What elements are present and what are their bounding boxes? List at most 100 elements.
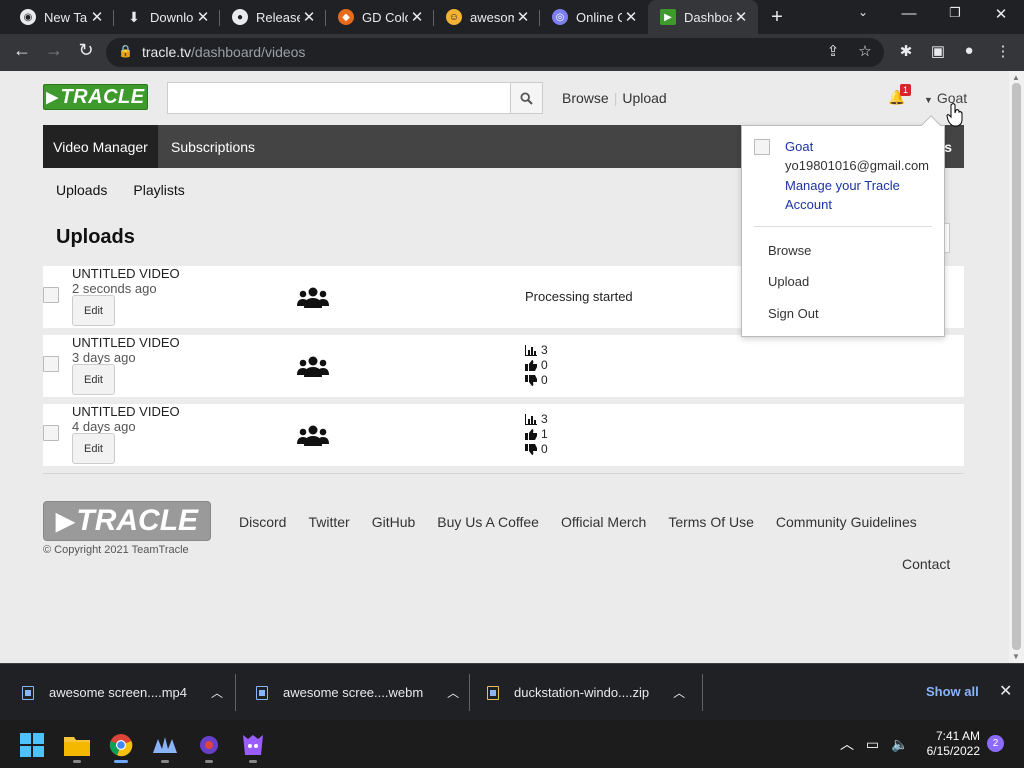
search-button[interactable] bbox=[510, 82, 543, 114]
notification-badge: 1 bbox=[900, 84, 912, 96]
video-date: 4 days ago bbox=[72, 419, 136, 434]
window-close-icon[interactable]: ✕ bbox=[991, 5, 1011, 23]
game-app-icon[interactable] bbox=[196, 732, 222, 763]
bookmark-star-icon[interactable]: ☆ bbox=[855, 42, 875, 60]
app-icon[interactable] bbox=[152, 732, 178, 763]
footer-link-coffee[interactable]: Buy Us A Coffee bbox=[437, 514, 539, 530]
volume-icon[interactable]: 🔈 bbox=[891, 736, 908, 752]
chevron-up-icon[interactable]: ︿ bbox=[211, 684, 223, 701]
gd-icon: ◆ bbox=[338, 9, 354, 25]
file-explorer-icon[interactable] bbox=[64, 732, 90, 763]
network-icon[interactable]: ▭ bbox=[866, 736, 879, 752]
nav-browse-link[interactable]: Browse bbox=[562, 90, 609, 106]
profile-icon[interactable]: ● bbox=[959, 42, 979, 59]
dislike-count: 0 bbox=[541, 442, 548, 456]
tab-video-manager[interactable]: Video Manager bbox=[43, 125, 158, 168]
like-count: 0 bbox=[541, 358, 548, 372]
tab-subscriptions[interactable]: Subscriptions bbox=[171, 125, 255, 168]
download-item[interactable]: duckstation-windo....zip ︿ bbox=[470, 664, 703, 721]
tab-title: Dashboard bbox=[684, 9, 732, 25]
windows-start-icon[interactable] bbox=[19, 732, 45, 758]
share-icon[interactable]: ⇪ bbox=[823, 42, 843, 60]
new-tab-button[interactable]: + bbox=[766, 6, 788, 29]
zip-file-icon bbox=[487, 685, 499, 700]
page-scrollbar[interactable]: ▲ ▼ bbox=[1009, 71, 1024, 663]
close-icon[interactable]: ✕ bbox=[194, 8, 212, 26]
video-thumbnail[interactable] bbox=[43, 287, 59, 303]
chevron-up-icon[interactable]: ︿ bbox=[673, 684, 685, 701]
edit-button[interactable]: Edit bbox=[72, 295, 115, 326]
close-icon[interactable]: ✕ bbox=[622, 8, 640, 26]
browser-menu-icon[interactable]: ⋮ bbox=[993, 42, 1013, 60]
subnav-playlists[interactable]: Playlists bbox=[133, 182, 184, 198]
dropdown-item-sign-out[interactable]: Sign Out bbox=[768, 306, 819, 321]
scrollbar-thumb[interactable] bbox=[1012, 83, 1021, 650]
footer-link-merch[interactable]: Official Merch bbox=[561, 514, 646, 530]
tab-awesome[interactable]: ☺ awesome ✕ bbox=[434, 2, 540, 32]
video-stats: 3 1 0 bbox=[525, 412, 548, 457]
footer-link-discord[interactable]: Discord bbox=[239, 514, 286, 530]
download-item[interactable]: awesome screen....mp4 ︿ bbox=[0, 664, 236, 721]
video-title[interactable]: UNTITLED VIDEO bbox=[72, 266, 180, 281]
dropdown-item-upload[interactable]: Upload bbox=[768, 274, 809, 289]
side-panel-icon[interactable]: ▣ bbox=[928, 42, 948, 60]
extensions-icon[interactable]: ✱ bbox=[896, 42, 916, 60]
dropdown-caret bbox=[921, 115, 941, 135]
public-visibility-icon bbox=[297, 356, 329, 377]
show-all-downloads-button[interactable]: Show all bbox=[926, 684, 979, 699]
scroll-down-icon[interactable]: ▼ bbox=[1012, 652, 1020, 661]
taskbar-clock[interactable]: 7:41 AM 6/15/2022 bbox=[914, 729, 980, 759]
footer-link-terms[interactable]: Terms Of Use bbox=[668, 514, 754, 530]
tracle-logo[interactable]: ▶ TRACLE bbox=[43, 84, 148, 110]
minimize-icon[interactable]: — bbox=[899, 5, 919, 22]
dropdown-username[interactable]: Goat bbox=[785, 139, 813, 154]
tab-partially-hidden[interactable]: s bbox=[944, 125, 952, 168]
tab-downloads[interactable]: ⬇ Downloads ✕ bbox=[114, 2, 220, 32]
video-date: 2 seconds ago bbox=[72, 281, 157, 296]
close-icon[interactable]: ✕ bbox=[514, 8, 532, 26]
close-downloads-icon[interactable]: ✕ bbox=[999, 681, 1012, 701]
dropdown-item-browse[interactable]: Browse bbox=[768, 243, 811, 258]
scroll-up-icon[interactable]: ▲ bbox=[1012, 73, 1020, 82]
close-icon[interactable]: ✕ bbox=[88, 8, 106, 26]
video-thumbnail[interactable] bbox=[43, 425, 59, 441]
tab-dashboard[interactable]: ▶ Dashboard ✕ bbox=[648, 0, 758, 34]
video-thumbnail[interactable] bbox=[43, 356, 59, 372]
forward-icon[interactable]: → bbox=[42, 40, 66, 61]
tab-title: Online Converter bbox=[576, 9, 622, 25]
manage-account-link[interactable]: Manage your Tracle Account bbox=[785, 176, 935, 214]
video-title[interactable]: UNTITLED VIDEO bbox=[72, 335, 180, 350]
chrome-icon[interactable] bbox=[108, 732, 134, 763]
emulator-icon[interactable] bbox=[240, 732, 266, 763]
address-bar[interactable]: 🔒 tracle.tv/dashboard/videos bbox=[106, 38, 884, 67]
tab-search-chevron-icon[interactable]: ⌄ bbox=[853, 5, 873, 19]
footer-logo[interactable]: ▶ TRACLE bbox=[43, 501, 211, 541]
chevron-up-icon[interactable]: ︿ bbox=[447, 684, 459, 701]
footer-link-twitter[interactable]: Twitter bbox=[308, 514, 349, 530]
close-icon[interactable]: ✕ bbox=[732, 8, 750, 26]
search-input[interactable] bbox=[167, 82, 511, 114]
reload-icon[interactable]: ↻ bbox=[74, 40, 98, 61]
nav-upload-link[interactable]: Upload bbox=[622, 90, 666, 106]
download-item[interactable]: awesome scree....webm ︿ bbox=[236, 664, 470, 721]
subnav-uploads[interactable]: Uploads bbox=[56, 182, 107, 198]
user-dropdown-menu: Goat yo19801016@gmail.com Manage your Tr… bbox=[741, 115, 945, 337]
edit-button[interactable]: Edit bbox=[72, 364, 115, 395]
video-title[interactable]: UNTITLED VIDEO bbox=[72, 404, 180, 419]
notification-center-badge[interactable]: 2 bbox=[987, 735, 1004, 752]
tab-new-tab[interactable]: ◉ New Tab ✕ bbox=[8, 2, 114, 32]
footer-link-guidelines[interactable]: Community Guidelines bbox=[776, 514, 917, 530]
tab-online-converter[interactable]: ◎ Online Converter ✕ bbox=[540, 2, 648, 32]
tab-releases[interactable]: ● Releases ✕ bbox=[220, 2, 326, 32]
restore-icon[interactable]: ❐ bbox=[945, 5, 965, 21]
converter-icon: ◎ bbox=[552, 9, 568, 25]
tab-gd-colorizer[interactable]: ◆ GD Colorizer ✕ bbox=[326, 2, 434, 32]
chevron-up-icon[interactable]: ︿ bbox=[840, 736, 854, 752]
back-icon[interactable]: ← bbox=[10, 40, 34, 61]
footer-link-contact[interactable]: Contact bbox=[902, 556, 950, 572]
close-icon[interactable]: ✕ bbox=[300, 8, 318, 26]
close-icon[interactable]: ✕ bbox=[408, 8, 426, 26]
footer-link-github[interactable]: GitHub bbox=[372, 514, 416, 530]
play-icon: ▶ bbox=[46, 89, 59, 106]
edit-button[interactable]: Edit bbox=[72, 433, 115, 464]
